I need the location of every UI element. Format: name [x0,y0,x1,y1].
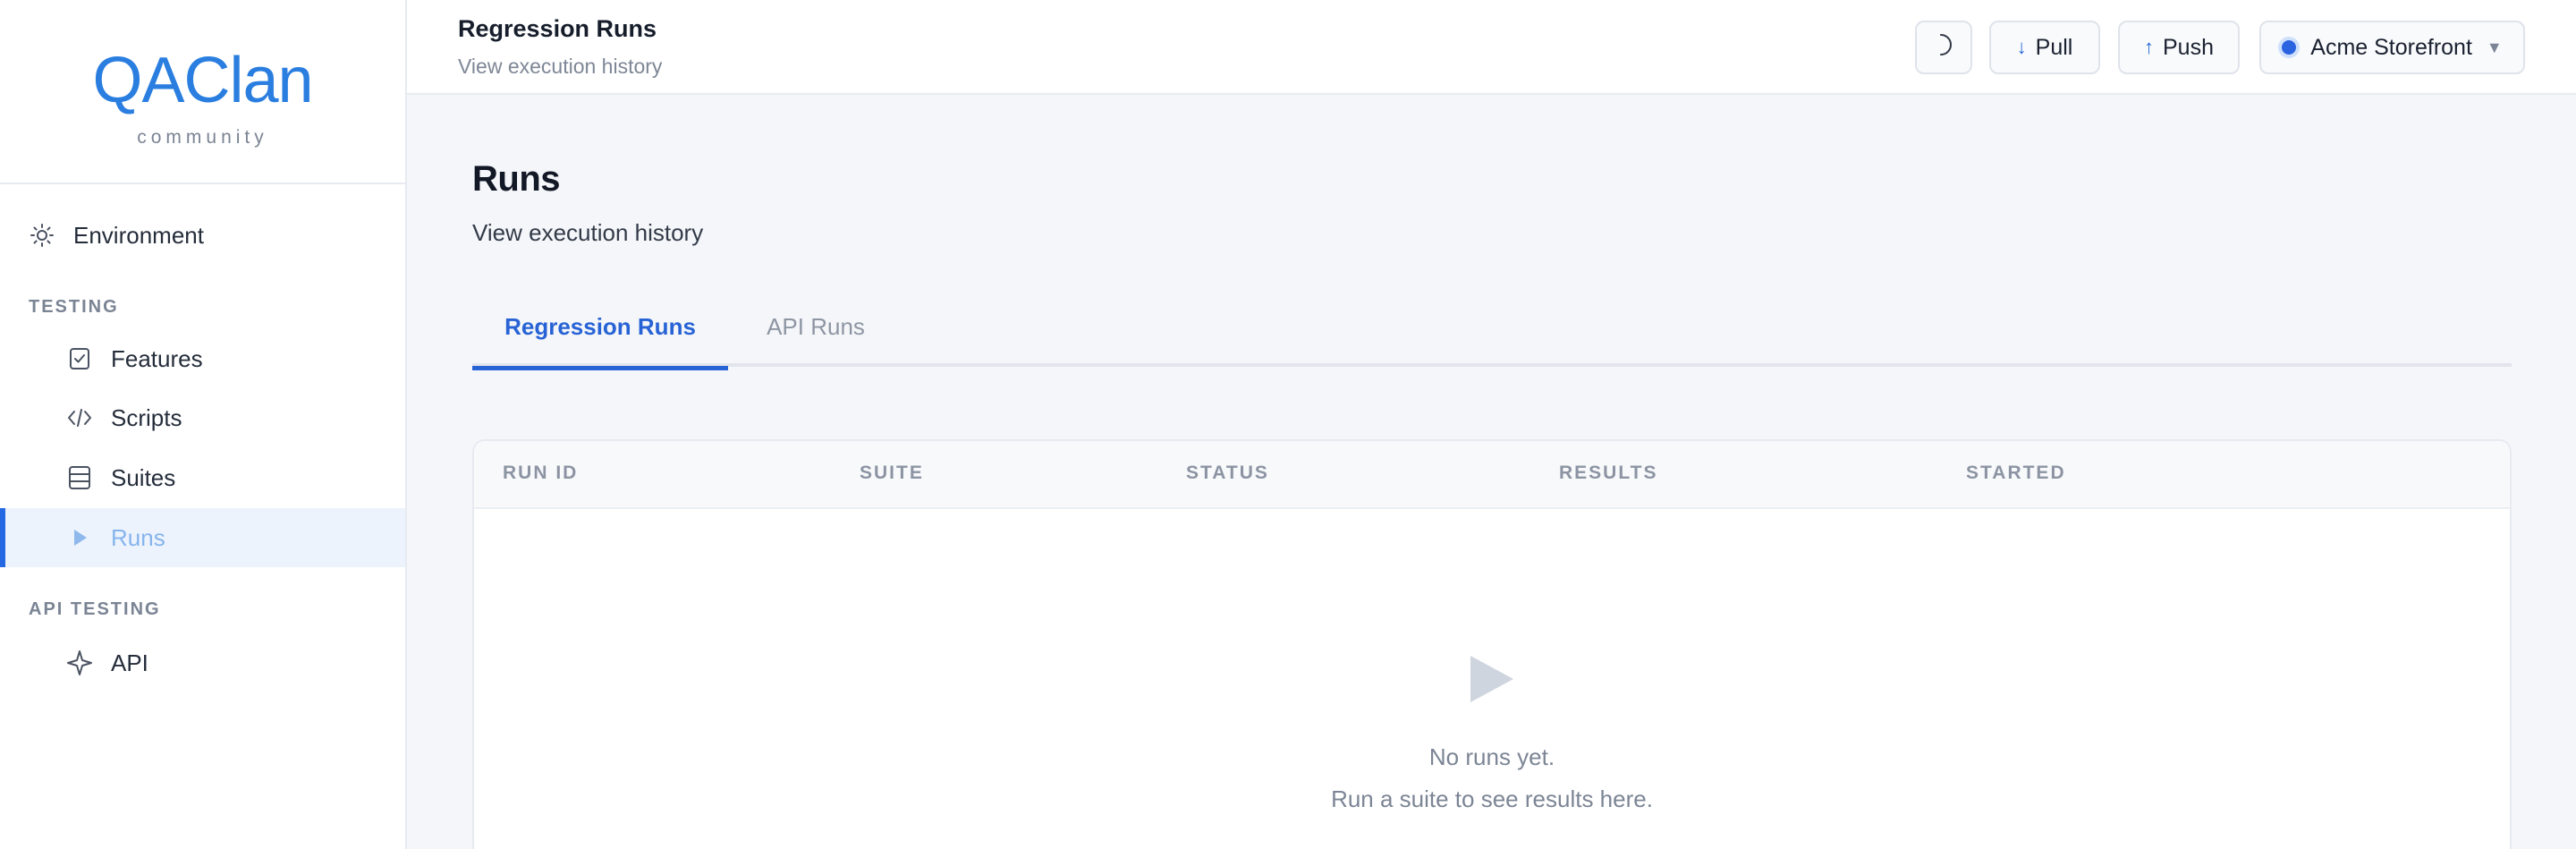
tab-label: API Runs [767,313,865,340]
sun-icon [29,222,55,249]
sidebar-item-environment[interactable]: Environment [0,206,405,265]
pull-label: Pull [2035,34,2073,60]
page-title: Runs [472,159,561,199]
play-icon [66,524,93,551]
page-subtitle: View execution history [472,219,704,246]
empty-state-hint: Run a suite to see results here. [1331,785,1653,812]
pull-button[interactable]: ↓ Pull [1989,21,2100,74]
layers-icon [66,464,93,491]
arrow-up-icon: ↑ [2144,36,2154,58]
status-dot [2282,40,2297,55]
sidebar-item-label: Runs [111,523,165,551]
topbar: Regression Runs View execution history ↓… [407,0,2576,95]
sidebar-item-label: Scripts [111,403,182,431]
sidebar-item-api[interactable]: API [0,633,405,692]
runs-table: RUN ID SUITE STATUS RESULTS STARTED No r… [472,439,2512,849]
code-icon [66,404,93,431]
checklist-icon [66,345,93,372]
tab-api-runs[interactable]: API Runs [728,313,903,367]
sparkle-icon [66,649,93,676]
project-selector[interactable]: Acme Storefront ▼ [2259,21,2525,74]
tab-regression-runs[interactable]: Regression Runs [472,313,728,370]
column-header-started[interactable]: STARTED [1966,463,2066,484]
page-header-subtitle: View execution history [458,55,663,78]
play-icon [1470,656,1513,702]
sidebar-item-scripts[interactable]: Scripts [0,388,405,447]
empty-state: No runs yet. Run a suite to see results … [474,656,2510,813]
logo-subtitle: community [137,127,268,148]
section-label-api-testing: API TESTING [29,599,161,619]
tab-bar: Regression Runs API Runs [472,301,2512,370]
column-header-results[interactable]: RESULTS [1559,463,1657,484]
sidebar-item-features[interactable]: Features [0,329,405,388]
sidebar-item-label: API [111,649,148,676]
arrow-down-icon: ↓ [2016,36,2027,58]
chevron-down-icon: ▼ [2486,38,2503,56]
table-header: RUN ID SUITE STATUS RESULTS STARTED [474,441,2510,509]
push-button[interactable]: ↑ Push [2118,21,2240,74]
column-header-suite[interactable]: SUITE [860,463,924,484]
sidebar-item-label: Suites [111,463,176,491]
project-label: Acme Storefront [2310,34,2472,60]
column-header-status[interactable]: STATUS [1186,463,1269,484]
sidebar-item-suites[interactable]: Suites [0,448,405,507]
section-label-testing: TESTING [29,297,119,317]
brand-block: QAClan community [0,0,405,184]
logo[interactable]: QAClan [92,43,313,118]
moon-icon [1934,33,1953,63]
push-label: Push [2163,34,2214,60]
empty-state-title: No runs yet. [1428,743,1555,770]
column-header-run-id[interactable]: RUN ID [503,463,578,484]
page-header-title: Regression Runs [458,15,657,42]
sidebar-item-label: Features [111,344,203,372]
sidebar: QAClan community Environment TESTING Fea… [0,0,407,849]
tab-label: Regression Runs [504,313,696,340]
theme-toggle-button[interactable] [1915,21,1972,74]
sidebar-item-runs[interactable]: Runs [0,508,405,567]
sidebar-item-label: Environment [73,221,204,249]
